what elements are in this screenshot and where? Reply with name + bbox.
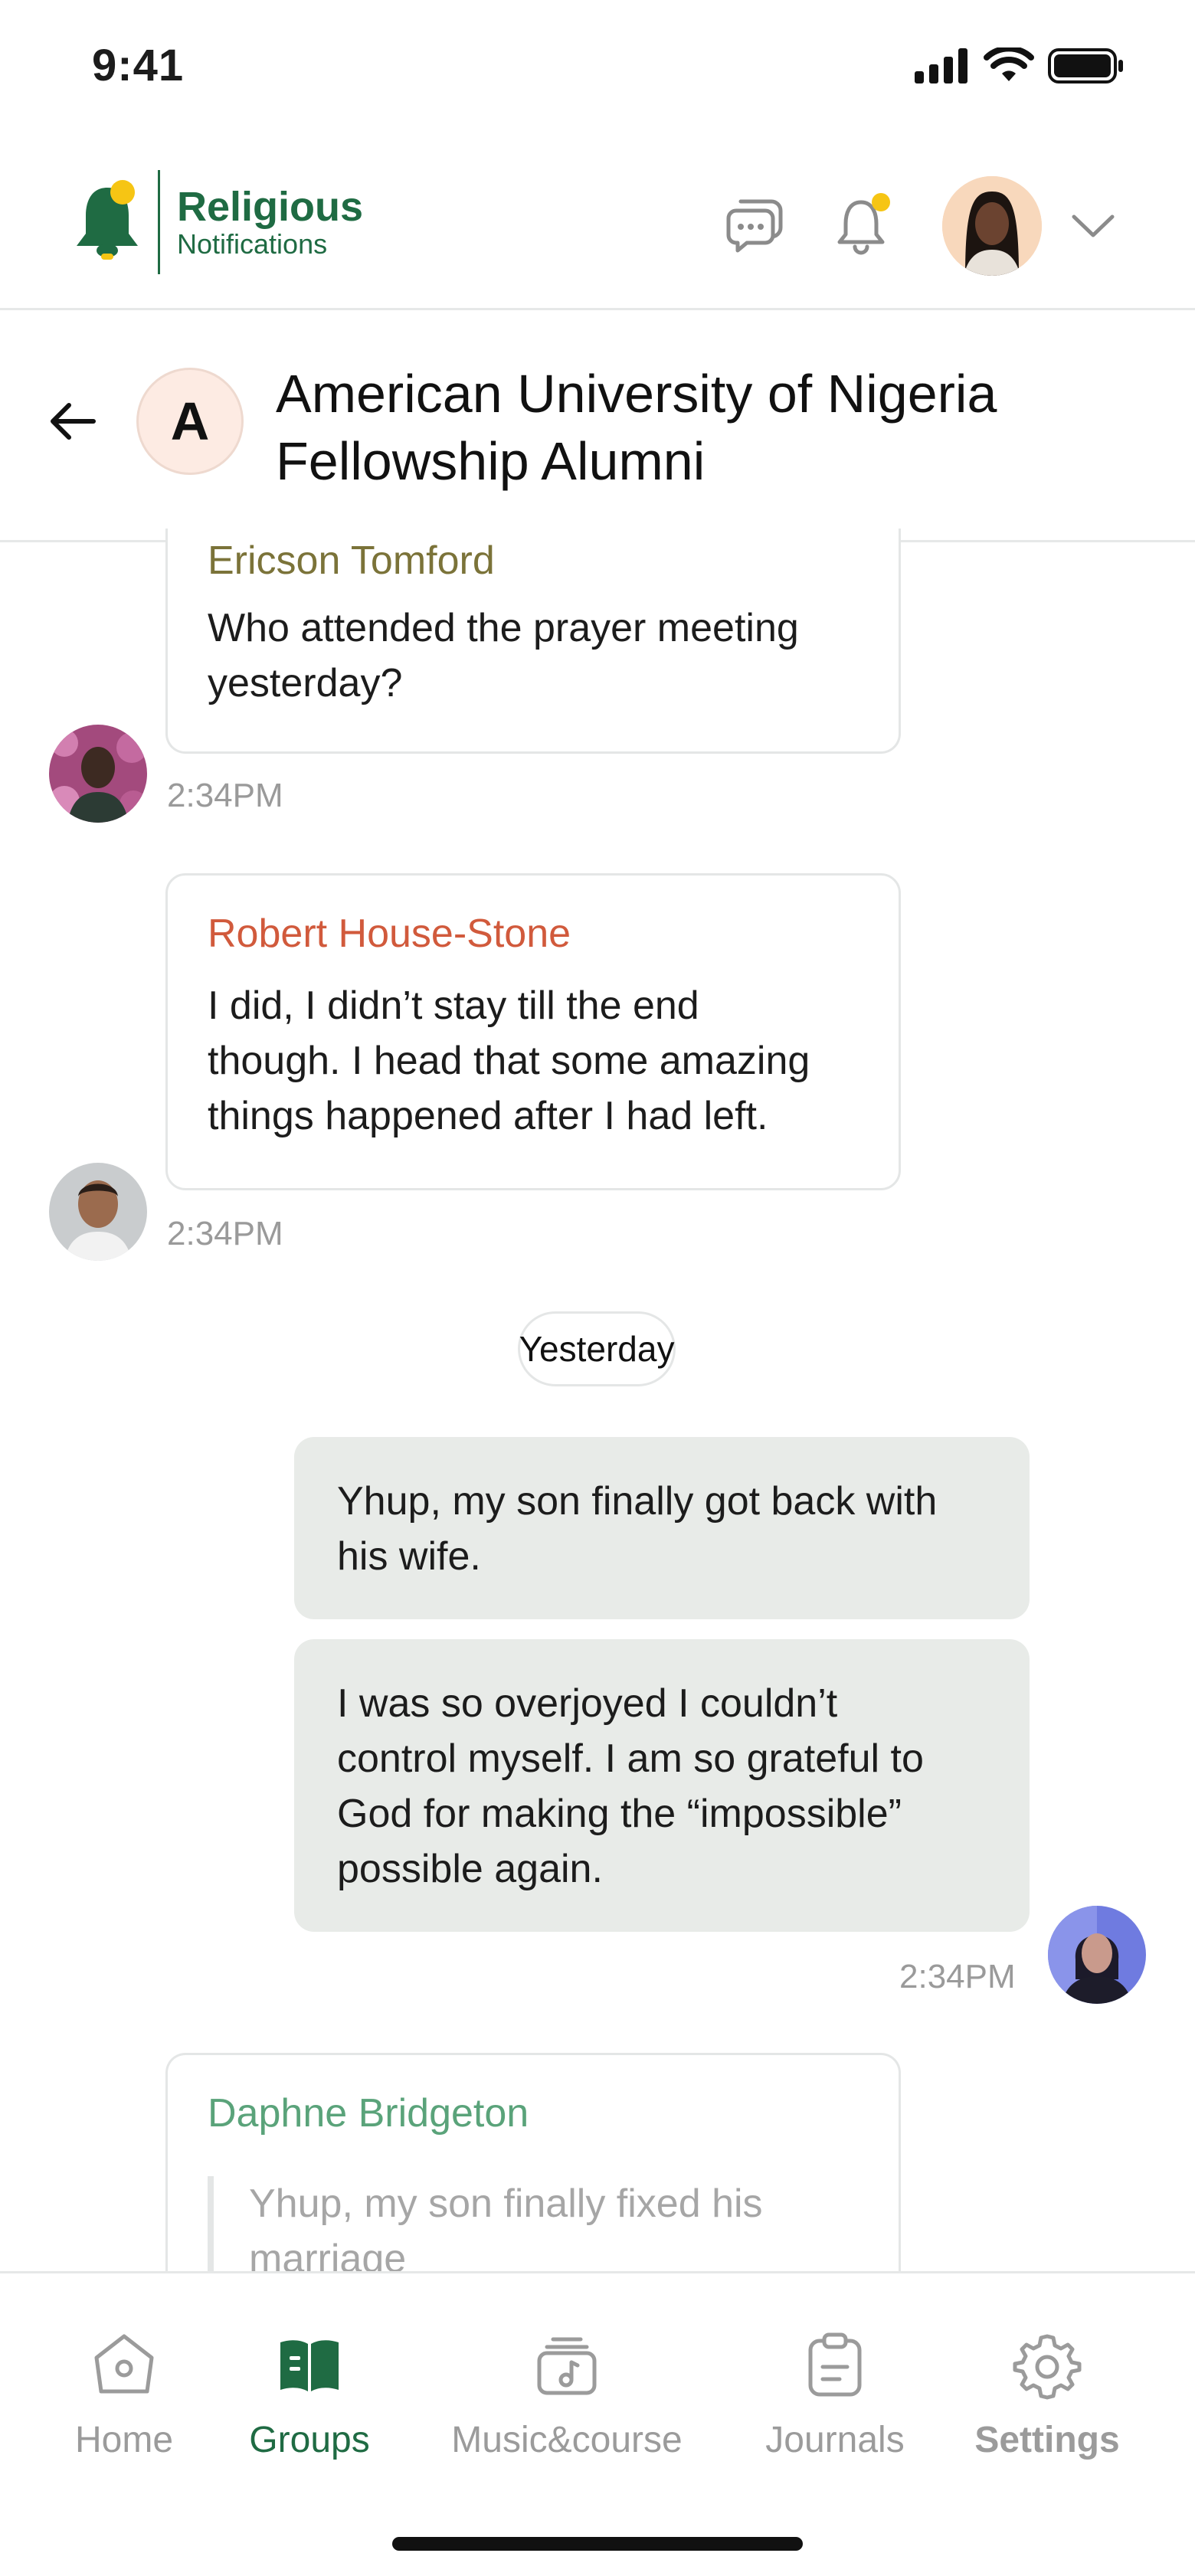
back-arrow-icon[interactable]	[46, 394, 100, 452]
bell-logo-icon	[77, 180, 138, 260]
bell-icon[interactable]	[832, 191, 898, 257]
group-avatar[interactable]: A	[136, 368, 244, 475]
sender-name: Ericson Tomford	[208, 538, 495, 583]
nav-label: Settings	[974, 2420, 1120, 2460]
message-time: 2:34PM	[899, 1958, 1016, 1995]
sender-avatar[interactable]	[49, 1163, 147, 1261]
home-indicator	[392, 2537, 803, 2551]
my-avatar[interactable]	[1048, 1906, 1146, 2004]
nav-label: Music&course	[451, 2420, 683, 2460]
gear-icon	[1013, 2334, 1082, 2400]
music-icon	[537, 2337, 597, 2395]
outgoing-bubble: Yhup, my son finally got back with his w…	[294, 1437, 1030, 1619]
nav-groups[interactable]: Groups	[234, 2329, 385, 2461]
outgoing-bubble: I was so overjoyed I couldn’t control my…	[294, 1639, 1030, 1932]
nav-music-course[interactable]: Music&course	[438, 2329, 696, 2461]
sender-avatar[interactable]	[49, 725, 147, 823]
nav-journals[interactable]: Journals	[751, 2329, 919, 2461]
status-time: 9:41	[92, 41, 185, 90]
user-avatar[interactable]	[942, 176, 1042, 276]
brand-tagline: Notifications	[177, 228, 328, 260]
quoted-message: Yhup, my son finally fixed his marriage	[208, 2176, 859, 2286]
chevron-down-icon[interactable]	[1069, 211, 1117, 245]
brand-name: Religious	[177, 184, 364, 230]
message-bubble: Robert House-Stone I did, I didn’t stay …	[165, 873, 901, 1190]
clipboard-icon	[808, 2332, 862, 2397]
sender-name: Daphne Bridgeton	[208, 2091, 529, 2136]
brand-divider	[158, 170, 160, 274]
message-time: 2:34PM	[167, 777, 283, 814]
nav-settings[interactable]: Settings	[967, 2329, 1128, 2461]
nav-label: Groups	[249, 2420, 370, 2460]
message-text: Yhup, my son finally got back with his w…	[337, 1479, 938, 1579]
chat-icon[interactable]	[722, 191, 787, 257]
message-bubble: Ericson Tomford Who attended the prayer …	[165, 529, 901, 754]
nav-home[interactable]: Home	[64, 2329, 184, 2461]
status-icons	[915, 47, 1125, 84]
message-text: I did, I didn’t stay till the end though…	[208, 984, 810, 1138]
wifi-icon	[984, 47, 1034, 81]
group-title: American University of Nigeria Fellowshi…	[276, 364, 997, 491]
nav-label: Journals	[765, 2420, 905, 2460]
sender-name: Robert House-Stone	[208, 912, 571, 956]
day-separator: Yesterday	[518, 1311, 676, 1386]
message-time: 2:34PM	[167, 1215, 283, 1252]
brand-logo[interactable]: Religious Notifications	[70, 170, 363, 274]
message-text: I was so overjoyed I couldn’t control my…	[337, 1681, 924, 1891]
signal-icon	[915, 48, 967, 83]
book-icon	[280, 2340, 339, 2391]
message-text: Who attended the prayer meeting yesterda…	[208, 606, 799, 705]
message-bubble: Daphne Bridgeton Yhup, my son finally fi…	[165, 2053, 901, 2298]
nav-label: Home	[74, 2420, 174, 2460]
home-icon	[94, 2334, 154, 2394]
battery-icon	[1048, 48, 1123, 83]
